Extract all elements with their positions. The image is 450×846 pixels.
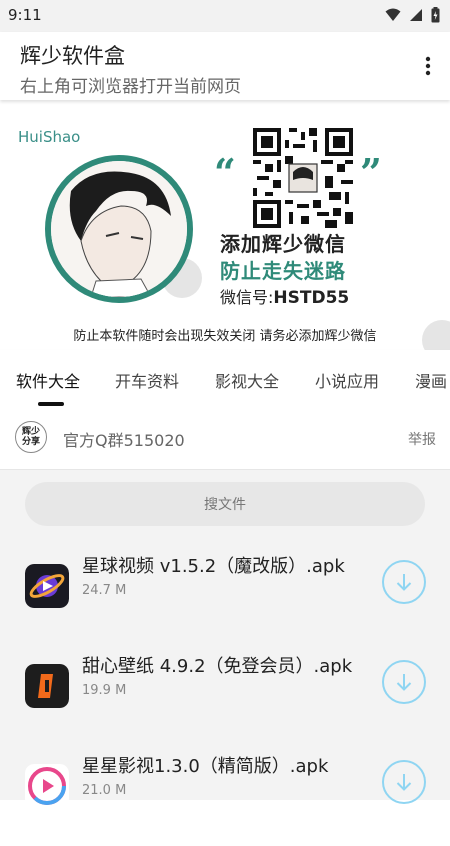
quote-open-mark: “ xyxy=(214,150,236,195)
search-placeholder: 搜文件 xyxy=(204,497,246,513)
wechat-id-line: 微信号:HSTD55 xyxy=(220,284,349,308)
play-app-icon xyxy=(25,764,69,808)
banner-line-add-wechat: 添加辉少微信 xyxy=(220,232,346,256)
planet-app-icon xyxy=(25,564,69,608)
file-name: 甜心壁纸 4.9.2（免登会员）.apk xyxy=(82,656,353,677)
tab-film-tv[interactable]: 影视大全 xyxy=(215,368,279,392)
active-tab-indicator xyxy=(38,402,64,406)
brand-label: HuiShao xyxy=(18,128,81,146)
tab-novel-apps[interactable]: 小说应用 xyxy=(315,368,379,392)
group-logo-text-bottom: 分享 xyxy=(21,437,40,447)
download-button[interactable] xyxy=(382,660,426,704)
file-size: 24.7 M xyxy=(82,583,127,598)
list-item[interactable]: 甜心壁纸 4.9.2（免登会员）.apk 19.9 M xyxy=(0,646,450,746)
download-icon xyxy=(396,574,412,591)
status-time: 9:11 xyxy=(8,6,42,24)
wechat-id-label: 微信号: xyxy=(220,288,274,307)
qr-code xyxy=(253,128,353,228)
banner-line-dont-get-lost: 防止走失迷路 xyxy=(220,259,346,283)
battery-icon xyxy=(431,7,440,23)
file-size: 19.9 M xyxy=(82,683,127,698)
status-icons xyxy=(385,7,440,23)
download-button[interactable] xyxy=(382,760,426,804)
download-button[interactable] xyxy=(382,560,426,604)
file-size: 21.0 M xyxy=(82,783,127,798)
tab-driving-resources[interactable]: 开车资料 xyxy=(115,368,179,392)
avatar xyxy=(45,155,193,303)
download-icon xyxy=(396,674,412,691)
download-icon xyxy=(396,774,412,791)
search-files-button[interactable]: 搜文件 xyxy=(25,482,425,526)
list-item[interactable]: 星球视频 v1.5.2（魔改版）.apk 24.7 M xyxy=(0,546,450,646)
signal-icon xyxy=(410,9,422,21)
app-subtitle: 右上角可浏览器打开当前网页 xyxy=(20,77,241,97)
list-item[interactable]: 星星影视1.3.0（精简版）.apk 21.0 M xyxy=(0,746,450,846)
promo-banner[interactable]: HuiShao “ ” 添加辉少微信 防止走失迷路 微信号:HSTD55 防止本… xyxy=(0,108,450,360)
group-text: 官方Q群515020 xyxy=(63,431,185,450)
quote-close-mark: ” xyxy=(360,150,382,195)
wifi-icon xyxy=(385,8,401,21)
group-logo: 辉少 分享 xyxy=(15,421,47,453)
file-name: 星星影视1.3.0（精简版）.apk xyxy=(82,756,329,777)
more-vertical-icon xyxy=(425,56,431,76)
file-name: 星球视频 v1.5.2（魔改版）.apk xyxy=(82,556,345,577)
overflow-menu-button[interactable] xyxy=(418,54,438,78)
group-info-row: 辉少 分享 官方Q群515020 举报 xyxy=(0,407,450,470)
report-link[interactable]: 举报 xyxy=(408,429,436,449)
banner-notice: 防止本软件随时会出现失效关闭 请务必添加辉少微信 xyxy=(73,329,377,344)
wallpaper-app-icon xyxy=(25,664,69,708)
app-bar: 辉少软件盒 右上角可浏览器打开当前网页 xyxy=(0,32,450,100)
qr-code-image xyxy=(253,128,353,228)
category-tabs: 软件大全 开车资料 影视大全 小说应用 漫画 xyxy=(0,350,450,407)
app-title: 辉少软件盒 xyxy=(20,44,125,68)
group-logo-text-top: 辉少 xyxy=(21,427,40,437)
tab-software[interactable]: 软件大全 xyxy=(16,368,80,392)
status-bar: 9:11 xyxy=(0,0,450,32)
wechat-id-value: HSTD55 xyxy=(273,288,350,308)
anime-portrait-image xyxy=(51,161,187,297)
tab-comics[interactable]: 漫画 xyxy=(415,368,447,392)
